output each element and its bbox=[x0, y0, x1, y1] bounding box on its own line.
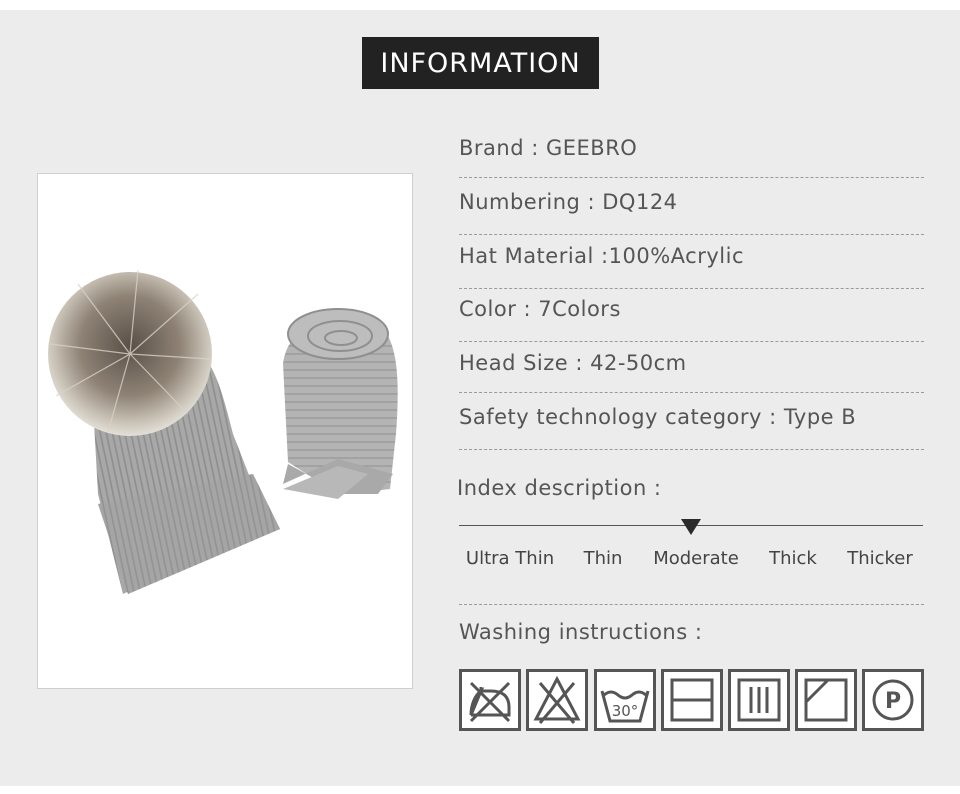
index-label: Index description : bbox=[457, 476, 662, 500]
brand-row: Brand : GEEBRO bbox=[459, 136, 638, 160]
section-title: INFORMATION bbox=[362, 37, 599, 89]
fur-pompom bbox=[48, 269, 212, 436]
product-photo bbox=[37, 173, 413, 689]
drip-dry-icon bbox=[728, 669, 790, 731]
washing-label: Washing instructions : bbox=[459, 620, 703, 644]
color-row: Color : 7Colors bbox=[459, 297, 621, 321]
thickness-option-moderate: Moderate bbox=[653, 548, 739, 569]
divider bbox=[459, 288, 924, 289]
dry-in-shade-icon bbox=[795, 669, 857, 731]
do-not-bleach-icon bbox=[526, 669, 588, 731]
hat-and-scarf-illustration bbox=[48, 269, 398, 594]
divider bbox=[459, 604, 924, 605]
wash-temperature: 30° bbox=[612, 702, 639, 720]
selected-thickness-pointer bbox=[681, 519, 701, 535]
thickness-option-thicker: Thicker bbox=[847, 548, 913, 569]
divider bbox=[459, 234, 924, 235]
head-size-row: Head Size : 42-50cm bbox=[459, 351, 687, 375]
divider bbox=[459, 449, 924, 450]
thickness-option-thick: Thick bbox=[769, 548, 817, 569]
divider bbox=[459, 341, 924, 342]
dry-flat-icon bbox=[661, 669, 723, 731]
do-not-iron-icon bbox=[459, 669, 521, 731]
thickness-option-ultra-thin: Ultra Thin bbox=[465, 548, 555, 569]
material-row: Hat Material :100%Acrylic bbox=[459, 244, 744, 268]
divider bbox=[459, 392, 924, 393]
rolled-scarf bbox=[283, 308, 398, 499]
numbering-row: Numbering : DQ124 bbox=[459, 190, 678, 214]
divider bbox=[459, 177, 924, 178]
thickness-option-thin: Thin bbox=[583, 548, 623, 569]
dry-clean-letter: P bbox=[885, 689, 901, 714]
professional-dry-clean-p-icon: P bbox=[862, 669, 924, 731]
wash-30-icon: 30° bbox=[594, 669, 656, 731]
safety-row: Safety technology category : Type B bbox=[459, 405, 857, 429]
